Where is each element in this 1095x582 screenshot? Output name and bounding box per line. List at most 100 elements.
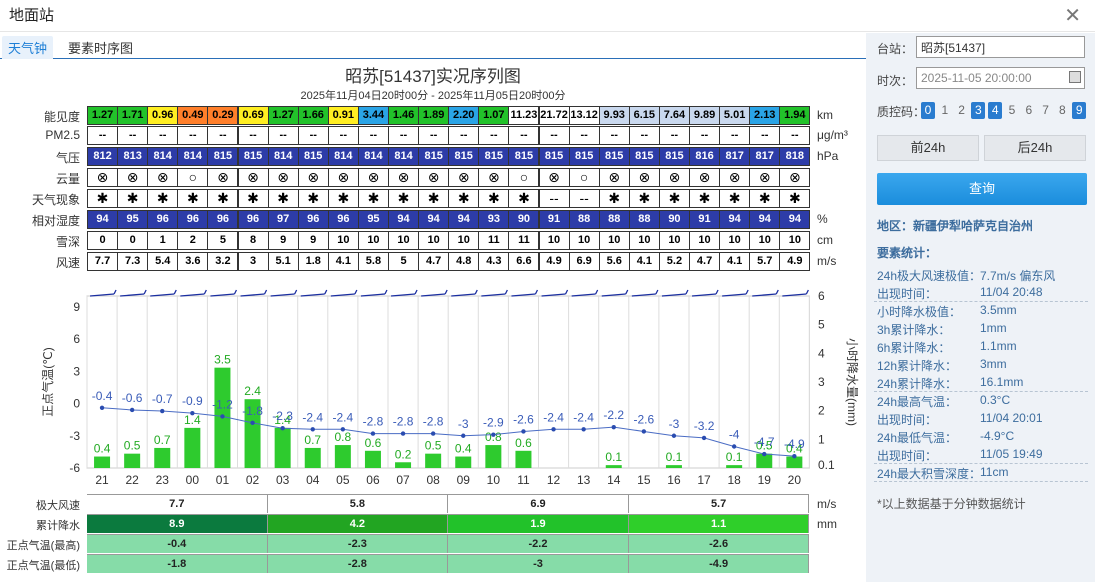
temperature-label: -0.6 [122, 391, 143, 405]
snow-depth-cell: 10 [598, 231, 630, 250]
pm25-cell: -- [538, 126, 570, 145]
qc-code-6[interactable]: 6 [1022, 102, 1036, 119]
weather-phenomenon-cell: ✱ [147, 189, 179, 208]
qc-code-3[interactable]: 3 [971, 102, 986, 119]
temperature-label: -3.2 [694, 419, 715, 433]
stat-row: 6h累计降水： 1.1mm [877, 339, 1017, 356]
stat-row: 出现时间： 11/05 19:49 [877, 447, 1043, 464]
snow-depth-cell: 10 [568, 231, 600, 250]
wind-barb [444, 289, 448, 295]
humidity-cell: 88 [628, 210, 660, 229]
pressure-cell: 815 [237, 147, 269, 166]
snow-depth-cell: 11 [478, 231, 510, 250]
humidity-label: 相对湿度 [31, 214, 80, 228]
temperature-label: -2.4 [333, 410, 354, 424]
temperature-point [581, 427, 586, 432]
qc-code-0[interactable]: 0 [921, 102, 935, 119]
cloud-cell: ⊗ [448, 168, 480, 187]
wind-speed-cell: 4.9 [538, 252, 570, 271]
humidity-cell: 96 [297, 210, 329, 229]
temperature-label: -1.2 [212, 397, 233, 411]
station-label: 台站： [877, 42, 914, 56]
temperature-point [280, 426, 285, 431]
time-input[interactable] [916, 67, 1085, 89]
weather-phenomenon-cell: ✱ [418, 189, 450, 208]
pm25-cell: -- [357, 126, 389, 145]
snow-depth-cell: 10 [658, 231, 690, 250]
stat-row: 24h极大风速极值： 7.7m/s 偏东风 [877, 267, 1055, 284]
wind-barb [805, 289, 809, 295]
humidity-cell: 96 [327, 210, 359, 229]
visibility-cell: 1.66 [297, 106, 329, 125]
pressure-cell: 812 [87, 147, 119, 166]
temperature-point [310, 427, 315, 432]
humidity-cell: 95 [357, 210, 389, 229]
weather-phenomenon-cell: ✱ [267, 189, 299, 208]
stat-divider [874, 301, 1088, 302]
wind-speed-cell: 4.7 [418, 252, 450, 271]
calendar-icon[interactable] [1069, 71, 1081, 83]
temperature-point [370, 431, 376, 436]
wind-barb [564, 289, 569, 295]
precip-bar-label: 0.5 [124, 439, 141, 453]
next-24h-button[interactable]: 后24h [984, 135, 1086, 161]
wind-speed-cell: 5.4 [147, 252, 179, 271]
pm25-cell: -- [297, 126, 329, 145]
humidity-cell: 94 [418, 210, 450, 229]
qc-code-7[interactable]: 7 [1039, 102, 1053, 119]
qc-code-5[interactable]: 5 [1005, 102, 1019, 119]
chart-title: 昭苏[51437]实况序列图 [345, 67, 521, 86]
x-tick-label: 19 [758, 473, 772, 487]
temp-min-cell: -3 [448, 554, 629, 573]
wind-barb [203, 289, 207, 295]
tab-weather-clock[interactable]: 天气钟 [2, 36, 54, 59]
wind-barb [534, 289, 539, 295]
visibility-unit: km [817, 108, 833, 122]
total-precip-cell: 8.9 [87, 514, 268, 533]
humidity-cell: 94 [87, 210, 119, 229]
visibility-cell: 1.89 [418, 106, 450, 125]
pressure-cell: 818 [779, 147, 811, 166]
temperature-label: -2.4 [302, 410, 323, 424]
wind-barb [143, 289, 147, 295]
precip-bar-label: 0.1 [726, 450, 743, 464]
temperature-point [160, 408, 165, 414]
pm25-cell: -- [327, 126, 359, 145]
temp-min-cell: -2.8 [267, 554, 449, 573]
visibility-cell: 0.29 [207, 106, 239, 125]
window-title: 地面站 [9, 7, 55, 24]
qc-code-8[interactable]: 8 [1055, 102, 1069, 119]
humidity-cell: 94 [719, 210, 751, 229]
weather-phenomenon-cell: ✱ [117, 189, 149, 208]
pressure-cell: 815 [297, 147, 329, 166]
qc-code-1[interactable]: 1 [938, 102, 952, 119]
temperature-point [641, 429, 647, 434]
y-tick-label: 0 [73, 397, 80, 411]
temperature-point [220, 414, 225, 419]
wind-speed-cell: 4.8 [448, 252, 480, 271]
query-button[interactable]: 查询 [877, 173, 1087, 205]
temp-min-cell: -1.8 [87, 554, 268, 573]
station-input[interactable] [916, 36, 1085, 58]
x-tick-label: 03 [276, 473, 290, 487]
wind-speed-cell: 4.1 [719, 252, 751, 271]
pm25-cell: -- [267, 126, 299, 145]
close-icon[interactable]: ✕ [1064, 3, 1081, 28]
qc-code-2[interactable]: 2 [955, 102, 969, 119]
precip-bar-label: 0.1 [666, 450, 683, 464]
precip-bar [304, 447, 321, 468]
stat-value: 3mm [980, 357, 1007, 371]
precip-bar [124, 453, 141, 468]
qc-code-9[interactable]: 9 [1072, 102, 1087, 119]
stat-divider [874, 391, 1088, 392]
qc-code-4[interactable]: 4 [988, 102, 1003, 119]
tab-element-series[interactable]: 要素时序图 [62, 36, 139, 59]
wind-speed-cell: 5.1 [267, 252, 299, 271]
pressure-cell: 814 [327, 147, 359, 166]
cloud-cell: ○ [508, 168, 540, 187]
weather-phenomenon-cell: ✱ [207, 189, 239, 208]
weather-phenomenon-cell: ✱ [749, 189, 781, 208]
visibility-cell: 2.13 [749, 106, 781, 125]
prev-24h-button[interactable]: 前24h [877, 135, 979, 161]
snow-depth-cell: 10 [448, 231, 480, 250]
